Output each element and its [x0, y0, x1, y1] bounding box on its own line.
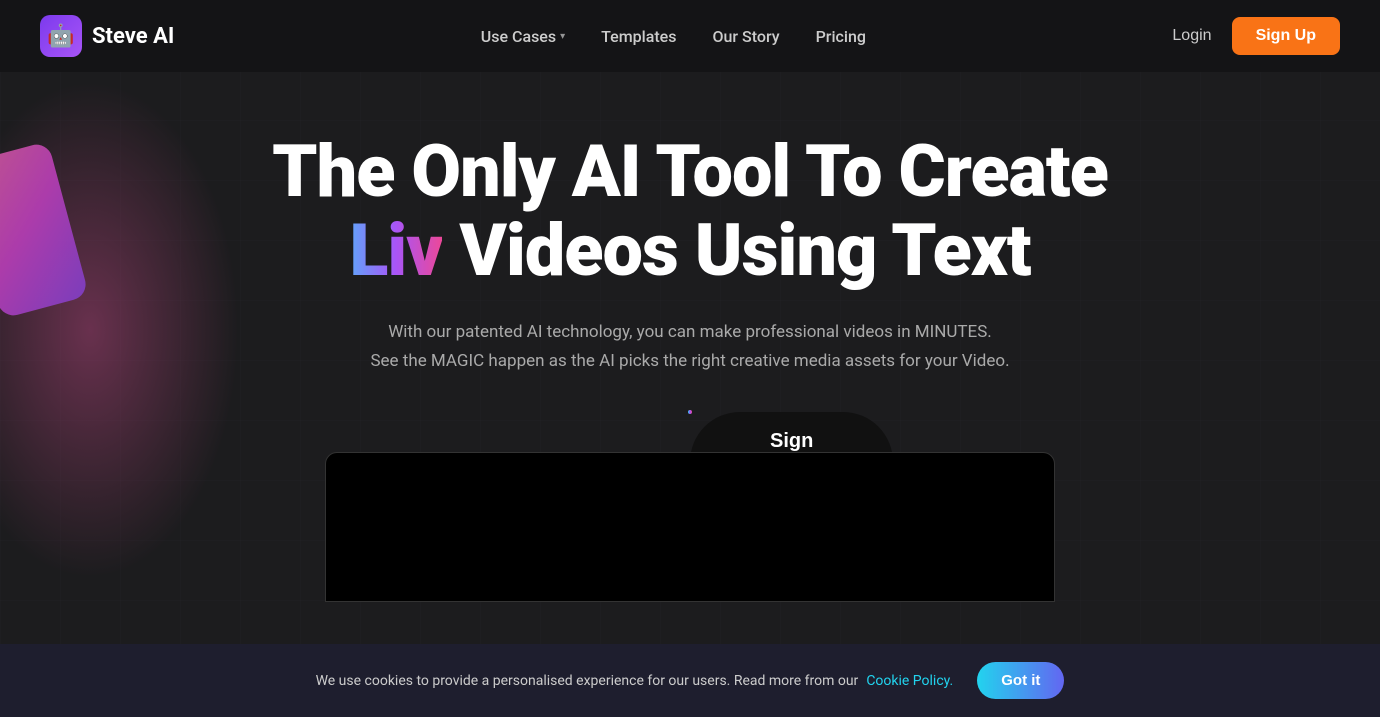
hero-subtitle-line2: See the MAGIC happen as the AI picks the… [370, 351, 1009, 371]
nav-links: Use Cases ▾ Templates Our Story Pricing [481, 27, 866, 46]
logo-icon [40, 15, 82, 57]
logo-text: Steve AI [92, 24, 174, 49]
navbar: Steve AI Use Cases ▾ Templates Our Story… [0, 0, 1380, 72]
chevron-down-icon: ▾ [560, 31, 565, 42]
hero-subtitle-line1: With our patented AI technology, you can… [388, 322, 992, 342]
nav-item-use-cases[interactable]: Use Cases ▾ [481, 27, 565, 46]
cta-border: Sign Up For Free [688, 410, 692, 414]
hero-title-line2-rest: Videos Using Text [442, 208, 1030, 293]
nav-item-templates[interactable]: Templates [601, 27, 676, 46]
video-preview [325, 452, 1055, 602]
hero-subtitle: With our patented AI technology, you can… [370, 318, 1009, 376]
hero-title-liv: Liv [349, 211, 442, 290]
cookie-policy-link[interactable]: Cookie Policy. [866, 673, 953, 689]
signup-nav-button[interactable]: Sign Up [1232, 17, 1340, 55]
nav-item-pricing[interactable]: Pricing [816, 27, 866, 46]
cookie-banner: We use cookies to provide a personalised… [0, 644, 1380, 717]
nav-item-our-story[interactable]: Our Story [712, 27, 779, 46]
login-button[interactable]: Login [1172, 27, 1211, 45]
hero-section: The Only AI Tool To Create Liv Videos Us… [0, 72, 1380, 602]
hero-title: The Only AI Tool To Create Liv Videos Us… [272, 132, 1108, 290]
hero-title-line1: The Only AI Tool To Create [272, 132, 1108, 211]
logo[interactable]: Steve AI [40, 15, 174, 57]
nav-actions: Login Sign Up [1172, 17, 1340, 55]
cookie-message: We use cookies to provide a personalised… [316, 673, 859, 689]
hero-title-line2: Liv Videos Using Text [272, 211, 1108, 290]
cookie-accept-button[interactable]: Got it [977, 662, 1064, 699]
